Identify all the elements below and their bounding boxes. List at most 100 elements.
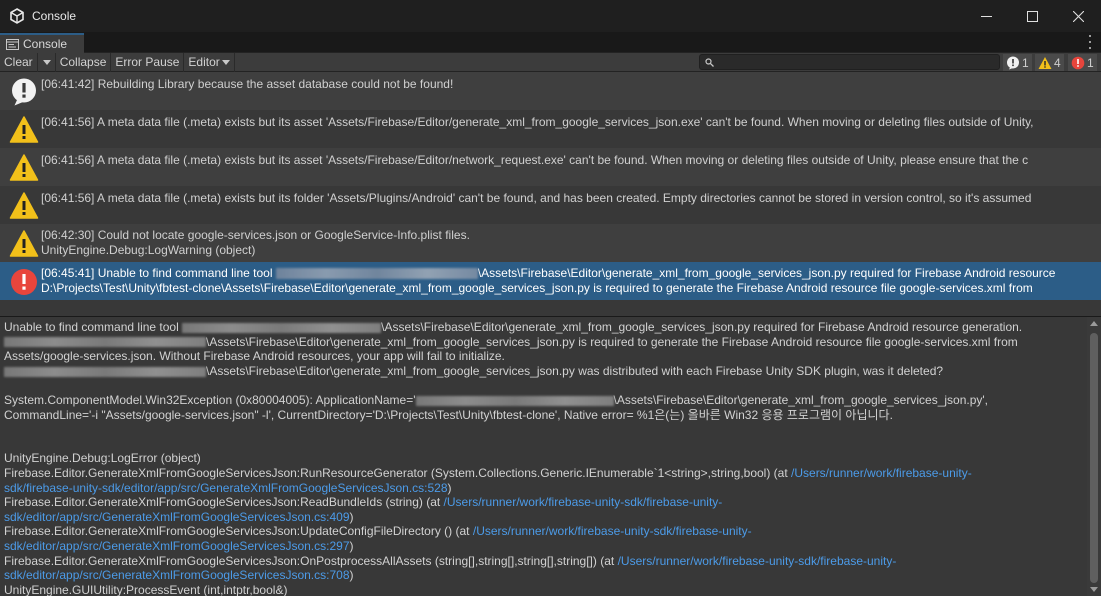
search-icon	[705, 58, 714, 67]
clear-options-dropdown[interactable]	[38, 52, 56, 72]
scroll-up-icon[interactable]	[1090, 321, 1098, 326]
maximize-icon	[1026, 10, 1038, 22]
warning-icon	[9, 230, 39, 257]
detail-line: UnityEngine.Debug:LogError (object)	[4, 451, 201, 466]
console-toolbar: Clear Collapse Error Pause Editor 1 4 1	[0, 52, 1101, 72]
detail-text: Firebase.Editor.GenerateXmlFromGoogleSer…	[4, 495, 444, 510]
tab-console[interactable]: Console	[0, 33, 84, 53]
log-message: [06:45:41] Unable to find command line t…	[41, 266, 1055, 296]
log-entry[interactable]: [06:41:56] A meta data file (.meta) exis…	[0, 148, 1101, 186]
detail-text: \Assets\Firebase\Editor\generate_xml_fro…	[613, 392, 989, 407]
source-link[interactable]: /Users/runner/work/firebase-unity-sdk/fi…	[618, 554, 897, 568]
detail-text: \Assets\Firebase\Editor\generate_xml_fro…	[381, 320, 1023, 334]
chevron-down-icon	[221, 59, 230, 65]
editor-dropdown[interactable]: Editor	[184, 52, 235, 72]
log-message: [06:41:56] A meta data file (.meta) exis…	[41, 115, 1034, 129]
collapse-toggle[interactable]: Collapse	[56, 52, 112, 72]
log-line-1: [06:45:41] Unable to find command line t…	[41, 266, 1055, 281]
source-link[interactable]: /Users/runner/work/firebase-unity-sdk/fi…	[444, 495, 723, 509]
error-pause-toggle[interactable]: Error Pause	[111, 52, 185, 72]
log-line-2: UnityEngine.Debug:LogWarning (object)	[41, 243, 256, 257]
unity-app-icon	[10, 8, 24, 24]
detail-line: sdk/editor/app/src/GenerateXmlFromGoogle…	[4, 568, 1082, 583]
error-count: 1	[1087, 55, 1094, 70]
search-input[interactable]	[699, 54, 1000, 70]
detail-line: System.ComponentModel.Win32Exception (0x…	[4, 393, 1082, 408]
warning-count: 4	[1054, 55, 1061, 70]
maximize-button[interactable]	[1009, 0, 1055, 32]
warning-icon	[9, 154, 39, 181]
stack-trace: Unable to find command line tool \Assets…	[4, 320, 1082, 596]
source-link[interactable]: sdk/editor/app/src/GenerateXmlFromGoogle…	[4, 539, 350, 553]
tab-bar: Console	[0, 32, 1101, 53]
more-options-icon[interactable]	[1087, 35, 1093, 49]
log-entry[interactable]: [06:41:56] A meta data file (.meta) exis…	[0, 186, 1101, 224]
log-line-1-start: [06:45:41] Unable to find command line t…	[41, 266, 276, 280]
detail-line: sdk/editor/app/src/GenerateXmlFromGoogle…	[4, 510, 1082, 525]
title-bar: Console	[0, 0, 1101, 32]
tab-label: Console	[23, 37, 68, 51]
detail-line: sdk/editor/app/src/GenerateXmlFromGoogle…	[4, 539, 1082, 554]
log-message: [06:41:56] A meta data file (.meta) exis…	[41, 153, 1029, 167]
detail-text: )	[349, 509, 354, 524]
log-line-2: D:\Projects\Test\Unity\fbtest-clone\Asse…	[41, 281, 1033, 295]
detail-text: )	[349, 538, 354, 553]
error-icon	[11, 269, 37, 295]
detail-text: \Assets\Firebase\Editor\generate_xml_fro…	[206, 334, 1018, 349]
source-link[interactable]: sdk/firebase-unity-sdk/editor/app/src/Ge…	[4, 481, 448, 495]
source-link[interactable]: /Users/runner/work/firebase-unity-sdk/fi…	[473, 524, 752, 538]
log-details-pane: Unable to find command line tool \Assets…	[0, 317, 1101, 596]
detail-text: Unable to find command line tool	[4, 320, 183, 334]
detail-text: Firebase.Editor.GenerateXmlFromGoogleSer…	[4, 465, 792, 480]
detail-line: Firebase.Editor.GenerateXmlFromGoogleSer…	[4, 554, 1082, 569]
detail-text: \Assets\Firebase\Editor\generate_xml_fro…	[206, 363, 944, 378]
log-entry[interactable]: [06:41:42] Rebuilding Library because th…	[0, 72, 1101, 110]
editor-dropdown-label: Editor	[188, 55, 220, 69]
detail-line: UnityEngine.GUIUtility:ProcessEvent (int…	[4, 582, 288, 596]
detail-line: Firebase.Editor.GenerateXmlFromGoogleSer…	[4, 495, 1082, 510]
log-list: [06:41:42] Rebuilding Library because th…	[0, 72, 1101, 316]
close-icon	[1072, 10, 1084, 22]
log-entry-selected[interactable]: [06:45:41] Unable to find command line t…	[0, 262, 1101, 300]
redacted-path	[275, 268, 478, 280]
minimize-button[interactable]	[963, 0, 1009, 32]
info-count: 1	[1022, 55, 1029, 70]
warning-count-toggle[interactable]: 4	[1035, 54, 1064, 71]
scroll-thumb[interactable]	[1090, 333, 1098, 583]
redacted-path	[4, 337, 206, 348]
error-icon	[1071, 56, 1085, 69]
detail-line: \Assets\Firebase\Editor\generate_xml_fro…	[4, 335, 1082, 350]
console-tab-icon	[6, 38, 19, 50]
log-line-1: [06:42:30] Could not locate google-servi…	[41, 228, 470, 242]
redacted-path	[182, 322, 382, 333]
source-link[interactable]: sdk/editor/app/src/GenerateXmlFromGoogle…	[4, 568, 350, 582]
log-entry[interactable]: [06:42:30] Could not locate google-servi…	[0, 224, 1101, 262]
detail-line: Firebase.Editor.GenerateXmlFromGoogleSer…	[4, 466, 1082, 481]
detail-line: \Assets\Firebase\Editor\generate_xml_fro…	[4, 364, 1082, 379]
log-message: [06:42:30] Could not locate google-servi…	[41, 228, 470, 258]
scroll-down-icon[interactable]	[1090, 587, 1098, 592]
log-entry[interactable]: [06:41:56] A meta data file (.meta) exis…	[0, 110, 1101, 148]
log-message: [06:41:56] A meta data file (.meta) exis…	[41, 191, 1032, 205]
info-icon	[12, 78, 36, 106]
details-scrollbar[interactable]	[1087, 317, 1101, 596]
minimize-icon	[980, 15, 992, 17]
detail-text: System.ComponentModel.Win32Exception (0x…	[4, 392, 416, 407]
chevron-down-icon	[43, 59, 52, 65]
detail-line: sdk/firebase-unity-sdk/editor/app/src/Ge…	[4, 481, 1082, 496]
detail-line: CommandLine='-i "Assets/google-services.…	[4, 407, 893, 422]
detail-line: Unable to find command line tool \Assets…	[4, 320, 1082, 335]
window-title: Console	[32, 9, 77, 23]
info-icon	[1007, 56, 1019, 69]
detail-text: Firebase.Editor.GenerateXmlFromGoogleSer…	[4, 553, 618, 568]
close-button[interactable]	[1055, 0, 1101, 32]
source-link[interactable]: sdk/editor/app/src/GenerateXmlFromGoogle…	[4, 510, 350, 524]
redacted-path	[4, 366, 206, 377]
detail-text: Firebase.Editor.GenerateXmlFromGoogleSer…	[4, 524, 473, 539]
clear-button[interactable]: Clear	[0, 52, 38, 72]
error-count-toggle[interactable]: 1	[1068, 54, 1097, 71]
source-link[interactable]: /Users/runner/work/firebase-unity-	[791, 466, 972, 480]
detail-text: )	[447, 480, 452, 495]
info-count-toggle[interactable]: 1	[1003, 54, 1032, 71]
warning-icon	[1038, 56, 1052, 69]
